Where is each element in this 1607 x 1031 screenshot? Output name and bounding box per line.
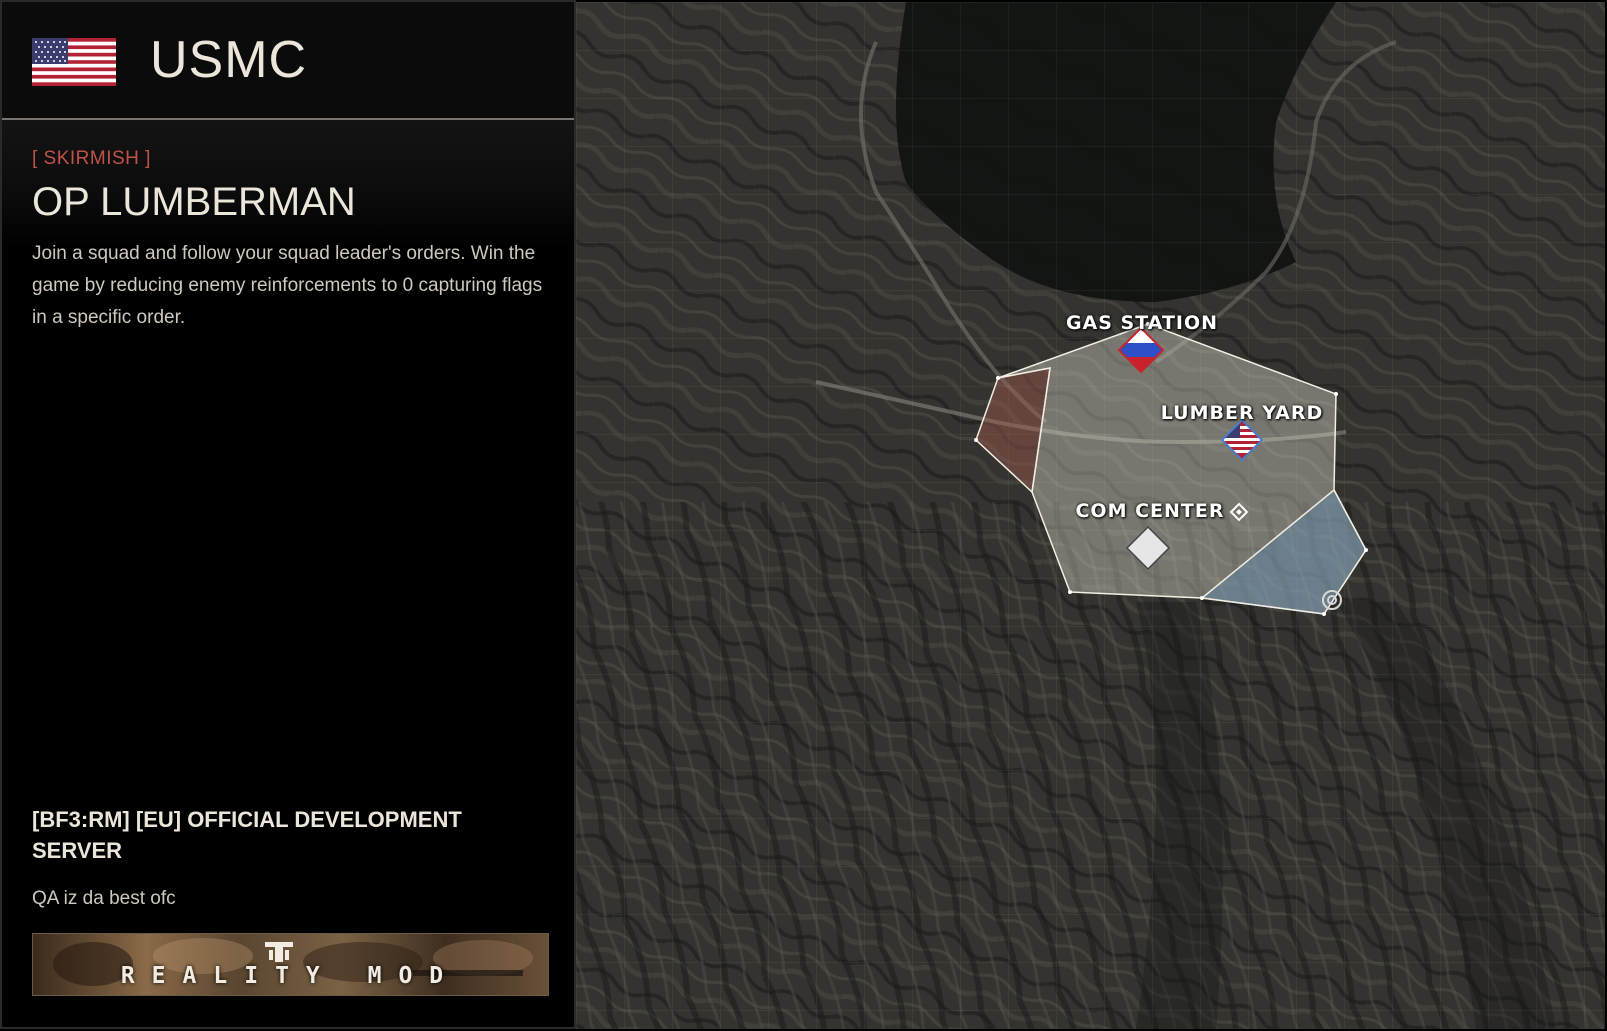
banner-text: REALITY MOD	[120, 963, 461, 989]
server-name: [BF3:RM] [EU] OFFICIAL DEVELOPMENT SERVE…	[32, 807, 462, 863]
objective-label-com-center[interactable]: COM CENTER	[1075, 500, 1224, 522]
reality-mod-banner: REALITY MOD	[32, 933, 549, 996]
faction-name: USMC	[150, 31, 308, 89]
objective-label-gas-station[interactable]: GAS STATION	[1066, 312, 1218, 334]
reality-mod-logo-icon	[265, 942, 293, 962]
game-mode-tag: [ SKIRMISH ]	[32, 148, 151, 169]
info-panel: USMC [ SKIRMISH ] OP LUMBERMAN Join a sq…	[0, 0, 576, 1029]
map-name: OP LUMBERMAN	[32, 180, 356, 224]
us-flag-icon	[32, 38, 116, 86]
server-description: QA iz da best ofc	[32, 888, 176, 909]
faction-header: USMC	[2, 2, 574, 120]
minimap[interactable]: GAS STATION LUMBER YARD COM CENTER	[576, 2, 1605, 1029]
objective-label-lumber-yard[interactable]: LUMBER YARD	[1161, 402, 1324, 424]
mode-description: Join a squad and follow your squad leade…	[32, 243, 543, 328]
